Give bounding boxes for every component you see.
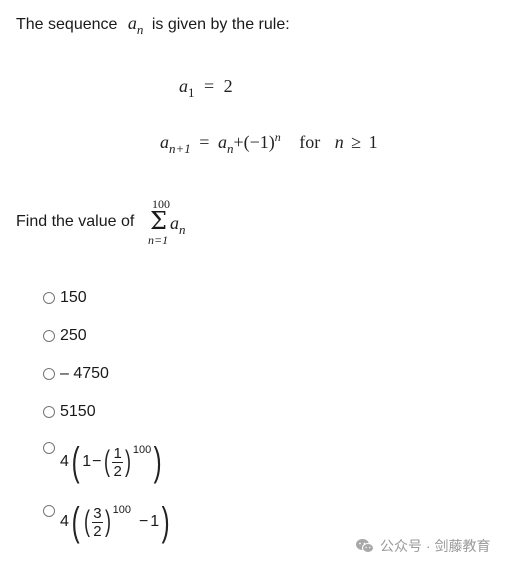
option-2[interactable]: 250 [43, 327, 87, 345]
sum-lower-limit: n=1 [148, 233, 169, 247]
wechat-icon [355, 538, 375, 554]
fraction-denominator: 2 [113, 462, 122, 480]
rule2-lhs-var: a [160, 132, 169, 152]
fraction-numerator: 1 [113, 444, 122, 462]
option-5-one: 1 [82, 453, 92, 470]
option-2-label[interactable]: 250 [60, 327, 87, 345]
open-paren: ( [84, 505, 91, 538]
rule2-plus: + [233, 132, 244, 152]
option-4-label[interactable]: 5150 [60, 403, 96, 421]
open-paren: ( [71, 500, 80, 544]
option-3[interactable]: – 4750 [43, 365, 109, 383]
open-paren: ( [71, 440, 80, 484]
watermark-text: 公众号 · 剑藤教育 [380, 538, 491, 554]
rule2-cond-op: ≥ [351, 132, 362, 152]
rule2-rhs-sub: n [226, 141, 234, 156]
option-1-radio[interactable] [43, 292, 55, 304]
fraction-numerator: 3 [93, 504, 102, 522]
option-6-exponent: 100 [112, 504, 131, 516]
intro-text-before: The sequence [16, 16, 118, 33]
rule1-eq: = [204, 76, 215, 96]
sum-term-var: a [170, 213, 179, 233]
option-6-minus: − [138, 513, 149, 530]
option-5-coef: 4 [60, 453, 69, 470]
fraction-one-half: 1 2 [112, 444, 123, 480]
rule2-paren: (−1) [243, 132, 275, 152]
close-paren: ) [153, 440, 162, 484]
option-3-label[interactable]: – 4750 [60, 365, 109, 383]
option-6-one: 1 [150, 513, 160, 530]
sequence-symbol: an [127, 13, 144, 37]
option-5-minus: − [92, 453, 102, 470]
option-1[interactable]: 150 [43, 289, 87, 307]
rule1-var: a [179, 76, 188, 96]
option-6-expression[interactable]: 4 ( ( 3 2 ) 100 − 1 ) [60, 502, 173, 542]
option-6-coef: 4 [60, 513, 69, 530]
rule2-rhs-var: a [217, 132, 227, 152]
option-6-radio[interactable] [43, 505, 55, 517]
var-a: a [127, 13, 137, 33]
fraction-three-halves: 3 2 [92, 504, 103, 540]
intro-line: The sequence an is given by the rule: [16, 13, 290, 37]
close-paren: ) [124, 445, 131, 478]
rule1-value: 2 [223, 76, 233, 96]
var-sub: n [136, 22, 144, 37]
rule2-cond-var: n [334, 132, 344, 152]
rule2-eq: = [199, 132, 210, 152]
question-text: Find the value of [16, 213, 135, 230]
option-5-radio[interactable] [43, 442, 55, 454]
rule1-sub: 1 [188, 85, 195, 100]
sum-term: an [170, 213, 186, 237]
intro-text-after: is given by the rule: [151, 16, 290, 33]
rule2-for: for [299, 132, 321, 152]
option-3-radio[interactable] [43, 368, 55, 380]
close-paren: ) [104, 505, 111, 538]
close-paren: ) [161, 500, 170, 544]
rule-recurrence: an+1 = an+(−1)n for n ≥ 1 [160, 130, 378, 156]
option-5-exponent: 100 [132, 444, 152, 456]
rule2-exp: n [274, 130, 281, 144]
rule2-lhs-sub: n+1 [169, 141, 191, 156]
option-1-label[interactable]: 150 [60, 289, 87, 307]
sigma-symbol: Σ [150, 207, 167, 235]
sum-term-sub: n [179, 222, 186, 237]
option-2-radio[interactable] [43, 330, 55, 342]
option-4-radio[interactable] [43, 406, 55, 418]
fraction-denominator: 2 [93, 522, 102, 540]
rule2-cond-val: 1 [368, 132, 378, 152]
option-4[interactable]: 5150 [43, 403, 96, 421]
option-5-expression[interactable]: 4 ( 1 − ( 1 2 ) 100 ) [60, 442, 165, 482]
rule-initial-term: a1 = 2 [179, 76, 233, 100]
watermark: 公众号 · 剑藤教育 [355, 536, 490, 556]
open-paren: ( [104, 445, 111, 478]
